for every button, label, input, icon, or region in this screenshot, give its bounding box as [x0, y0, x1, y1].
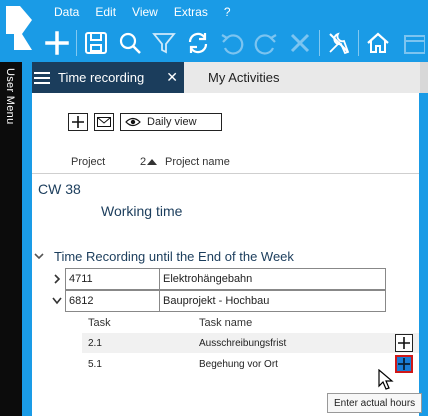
- tab-label: Time recording: [58, 70, 145, 85]
- toolbar: [40, 26, 428, 60]
- column-header-task-name[interactable]: Task name: [199, 317, 252, 329]
- home-icon: [367, 32, 389, 53]
- delete-button[interactable]: [283, 27, 317, 59]
- content-border: [22, 62, 32, 416]
- task-name: Begehung vor Ort: [199, 358, 278, 370]
- tab-my-activities[interactable]: My Activities: [208, 62, 280, 93]
- enter-hours-button-highlighted[interactable]: [395, 355, 413, 373]
- redo-icon: [254, 34, 277, 55]
- search-icon: [119, 32, 141, 54]
- tab-label: My Activities: [208, 70, 280, 85]
- menu-data[interactable]: Data: [46, 2, 87, 22]
- task-code: 2.1: [88, 337, 102, 349]
- plus-icon: [398, 358, 410, 370]
- toolbar-divider: [358, 30, 359, 56]
- view-label: Daily view: [147, 116, 197, 128]
- email-button[interactable]: [94, 113, 114, 131]
- task-row[interactable]: 2.1 Ausschreibungsfrist: [82, 333, 419, 353]
- plus-icon: [45, 31, 69, 55]
- new-button[interactable]: [40, 27, 74, 59]
- search-button[interactable]: [113, 27, 147, 59]
- app-logo-icon: [6, 6, 32, 50]
- top-bar: Data Edit View Extras ?: [0, 0, 428, 62]
- header-divider: [32, 173, 419, 174]
- project-id-cell[interactable]: 6812: [65, 290, 160, 312]
- mail-icon: [97, 117, 111, 127]
- tab-bar: Time recording ✕ My Activities: [32, 62, 428, 93]
- home-button[interactable]: [361, 27, 395, 59]
- calendar-week-label: CW 38: [38, 181, 81, 197]
- plus-icon: [398, 337, 410, 349]
- undo-icon: [221, 34, 244, 55]
- filter-icon: [152, 33, 176, 54]
- group-label: Time Recording until the End of the Week: [54, 249, 294, 264]
- add-button[interactable]: [68, 113, 88, 131]
- sort-indicator[interactable]: 2: [140, 156, 158, 168]
- project-id-cell[interactable]: 4711: [65, 268, 160, 290]
- column-header-project-name[interactable]: Project name: [165, 156, 230, 168]
- mouse-cursor-icon: [378, 369, 394, 390]
- filter-button[interactable]: [147, 27, 181, 59]
- chevron-down-icon: [34, 253, 44, 260]
- column-header-project[interactable]: Project: [71, 156, 105, 168]
- plus-icon: [72, 116, 84, 128]
- tooltip: Enter actual hours: [327, 393, 423, 413]
- chevron-down-icon[interactable]: [52, 297, 62, 305]
- main-panel: Daily view Project 2 Project name CW 38 …: [32, 93, 428, 416]
- settings-tools-icon: [329, 32, 350, 55]
- user-menu-label: User Menu: [4, 68, 16, 125]
- save-button[interactable]: [79, 27, 113, 59]
- group-header[interactable]: Time Recording until the End of the Week: [34, 249, 294, 264]
- calendar-button[interactable]: [395, 27, 428, 59]
- sort-ascending-icon: [147, 159, 158, 165]
- toolbar-divider: [319, 30, 320, 56]
- project-name-cell[interactable]: Bauprojekt - Hochbau: [159, 290, 386, 312]
- menu-edit[interactable]: Edit: [87, 2, 124, 22]
- task-row[interactable]: 5.1 Begehung vor Ort: [82, 354, 419, 374]
- action-row: Daily view: [68, 113, 222, 131]
- menu-help[interactable]: ?: [216, 2, 239, 22]
- chevron-right-icon[interactable]: [52, 274, 62, 284]
- daily-view-button[interactable]: Daily view: [120, 113, 222, 131]
- user-menu-strip[interactable]: User Menu: [0, 62, 22, 416]
- column-header-task[interactable]: Task: [88, 317, 111, 329]
- project-name-cell[interactable]: Elektrohängebahn: [159, 268, 386, 290]
- task-code: 5.1: [88, 358, 102, 370]
- menu-bar: Data Edit View Extras ?: [46, 2, 239, 22]
- tab-scroll[interactable]: [420, 62, 428, 93]
- menu-extras[interactable]: Extras: [166, 2, 216, 22]
- undo-button[interactable]: [215, 27, 249, 59]
- refresh-icon: [188, 32, 208, 54]
- toolbar-divider: [76, 30, 77, 56]
- content-border-right: [419, 93, 428, 416]
- calendar-icon: [404, 35, 425, 54]
- eye-icon: [125, 117, 141, 127]
- sort-index: 2: [140, 156, 147, 168]
- refresh-button[interactable]: [181, 27, 215, 59]
- redo-button[interactable]: [249, 27, 283, 59]
- delete-icon: [290, 33, 310, 53]
- section-title: Working time: [101, 203, 183, 219]
- tab-time-recording[interactable]: Time recording ✕: [32, 62, 184, 93]
- save-icon: [85, 32, 107, 54]
- hamburger-menu-icon[interactable]: [34, 71, 50, 84]
- menu-view[interactable]: View: [124, 2, 166, 22]
- tools-button[interactable]: [322, 27, 356, 59]
- task-name: Ausschreibungsfrist: [199, 337, 287, 349]
- tab-close-icon[interactable]: ✕: [166, 69, 178, 86]
- enter-hours-button[interactable]: [395, 334, 413, 352]
